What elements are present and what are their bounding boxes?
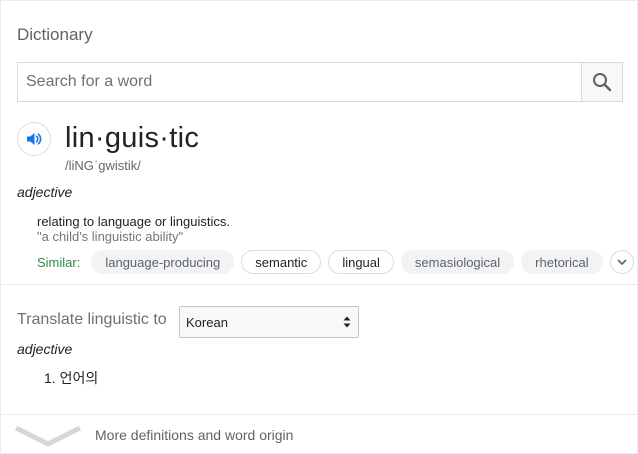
translation-part-of-speech: adjective	[17, 341, 73, 357]
search-button[interactable]	[581, 63, 622, 101]
pronunciation-button[interactable]	[17, 122, 51, 156]
expand-similar-button[interactable]	[609, 250, 634, 274]
similar-chip[interactable]: semantic	[241, 250, 322, 274]
selected-language: Korean	[186, 314, 228, 330]
search-icon	[593, 73, 612, 92]
similar-words-row: Similar: language-producing semantic lin…	[37, 250, 634, 274]
footer-divider	[1, 414, 637, 415]
search-input[interactable]	[18, 63, 581, 101]
language-select[interactable]: Korean	[179, 306, 359, 338]
card-title: Dictionary	[17, 25, 93, 44]
more-definitions-toggle[interactable]	[14, 423, 82, 452]
example-sentence: "a child's linguistic ability"	[37, 229, 184, 244]
similar-chip[interactable]: lingual	[328, 250, 394, 274]
more-definitions-link[interactable]: More definitions and word origin	[95, 427, 293, 443]
chevron-down-icon	[14, 425, 82, 447]
translate-label: Translate linguistic to	[17, 311, 167, 328]
similar-chip[interactable]: semasiological	[400, 250, 515, 274]
definition-text: relating to language or linguistics.	[37, 214, 230, 229]
similar-chip[interactable]: rhetorical	[521, 250, 603, 274]
translation-result: 1. 언어의	[44, 370, 99, 386]
speaker-icon	[27, 133, 42, 145]
dictionary-card: Dictionary lin·guis·tic /liNGˈgwistik/ a…	[0, 0, 638, 454]
section-divider	[1, 284, 637, 285]
similar-label: Similar:	[37, 254, 81, 270]
headword: lin·guis·tic	[65, 122, 200, 154]
phonetic-spelling: /liNGˈgwistik/	[65, 158, 141, 173]
chevron-down-icon	[617, 259, 626, 265]
search-box	[17, 62, 623, 102]
part-of-speech: adjective	[17, 184, 73, 200]
similar-chip[interactable]: language-producing	[91, 250, 235, 274]
updown-arrows-icon	[343, 316, 351, 328]
